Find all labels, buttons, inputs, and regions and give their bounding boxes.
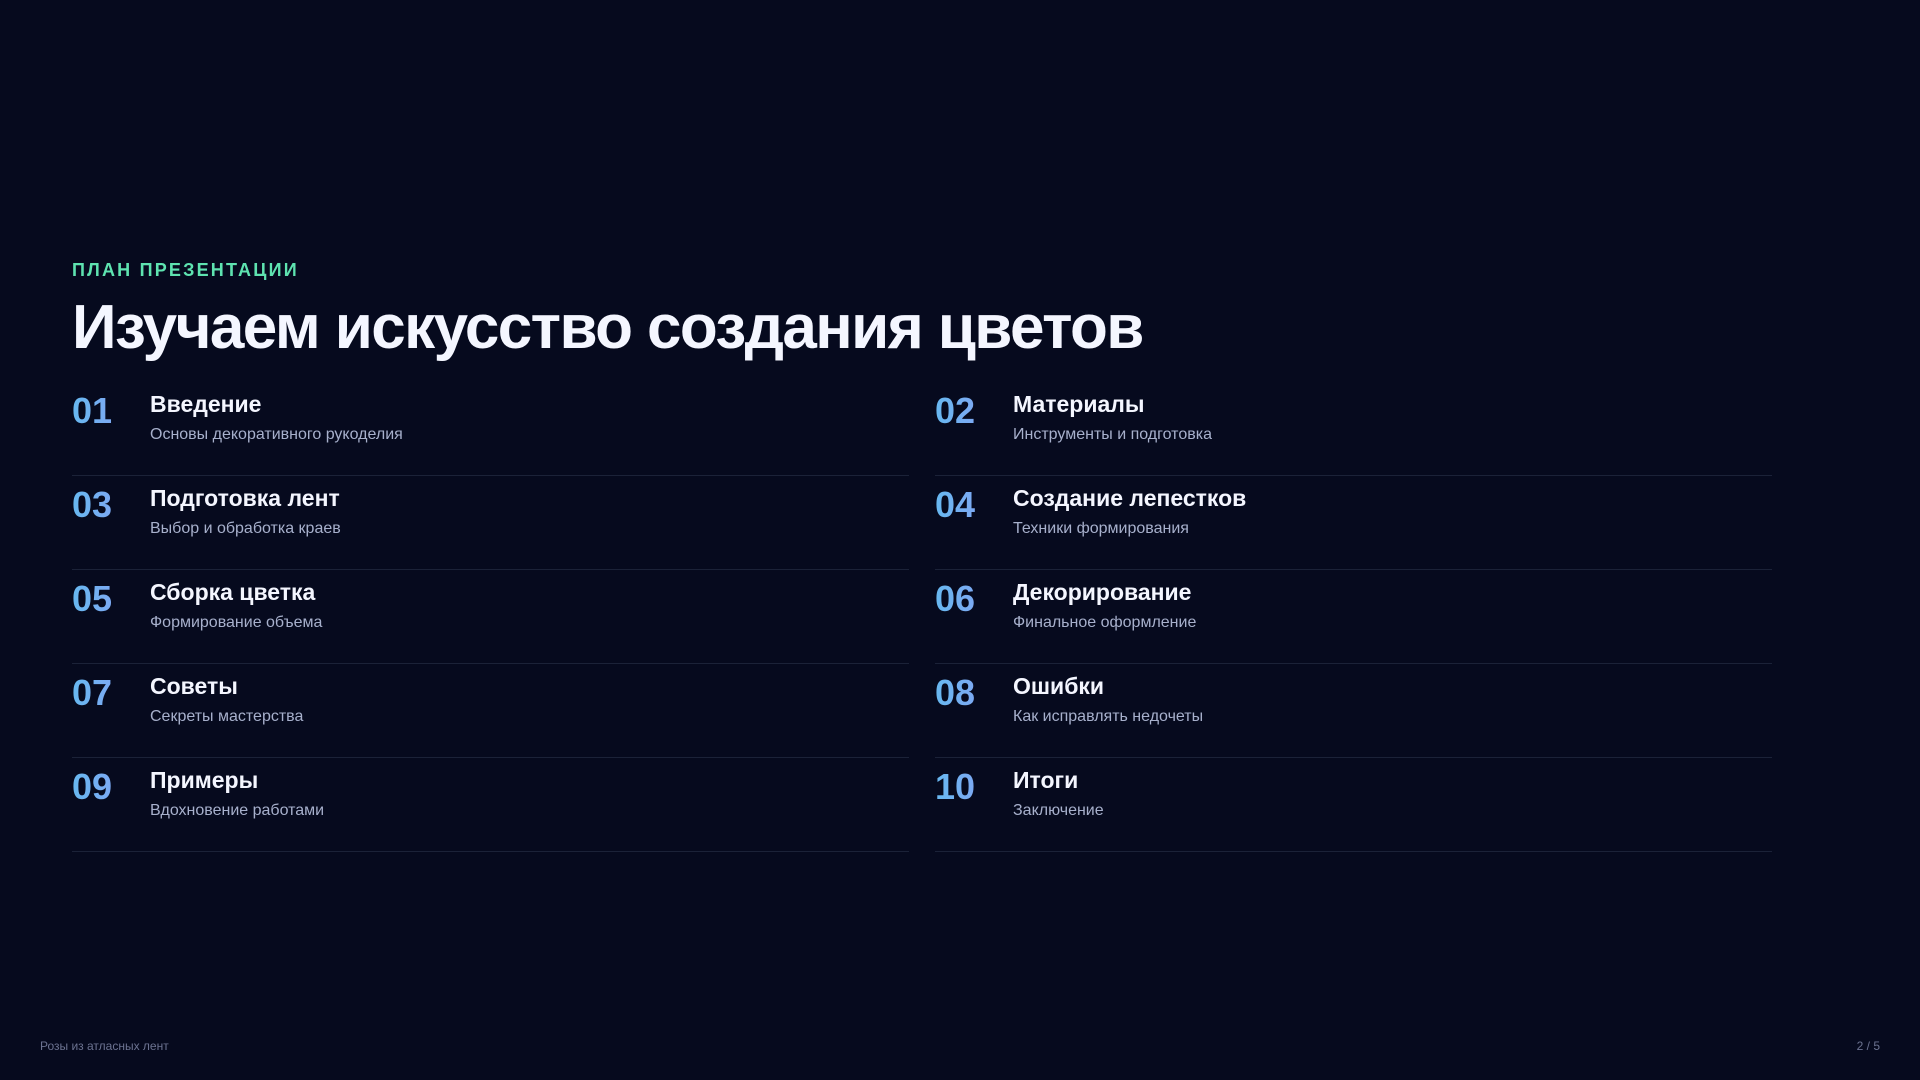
agenda-item-subtitle: Как исправлять недочеты: [1013, 708, 1204, 725]
agenda-item-number: 01: [72, 388, 150, 434]
agenda-item-title: Сборка цветка: [150, 579, 316, 605]
agenda-item-subtitle: Техники формирования: [1013, 520, 1189, 537]
agenda-item-title: Советы: [150, 673, 238, 699]
agenda-item-title: Итоги: [1013, 767, 1079, 793]
agenda-item-number: 02: [935, 388, 1013, 434]
agenda-item-subtitle: Заключение: [1013, 802, 1104, 819]
agenda-item-number: 06: [935, 576, 1013, 622]
agenda-item: 10 Итоги Заключение: [935, 758, 1772, 852]
agenda-item-number: 07: [72, 670, 150, 716]
agenda-item: 01 Введение Основы декоративного рукодел…: [72, 382, 909, 476]
agenda-item-title: Ошибки: [1013, 673, 1105, 699]
agenda-item-subtitle: Выбор и обработка краев: [150, 520, 341, 537]
agenda-item: 06 Декорирование Финальное оформление: [935, 570, 1772, 664]
agenda-item: 02 Материалы Инструменты и подготовка: [935, 382, 1772, 476]
agenda-item-subtitle: Финальное оформление: [1013, 614, 1197, 631]
footer-deck-title: Розы из атласных лент: [40, 1039, 169, 1053]
agenda-item: 05 Сборка цветка Формирование объема: [72, 570, 909, 664]
agenda-item: 09 Примеры Вдохновение работами: [72, 758, 909, 852]
slide-content: ПЛАН ПРЕЗЕНТАЦИИ Изучаем искусство созда…: [72, 258, 1772, 852]
agenda-item-subtitle: Основы декоративного рукоделия: [150, 426, 403, 443]
agenda-item-subtitle: Инструменты и подготовка: [1013, 426, 1212, 443]
agenda-item: 08 Ошибки Как исправлять недочеты: [935, 664, 1772, 758]
page-indicator: 2 / 5: [1856, 1039, 1880, 1053]
agenda-item-title: Материалы: [1013, 391, 1145, 417]
slide: ПЛАН ПРЕЗЕНТАЦИИ Изучаем искусство созда…: [0, 0, 1920, 1080]
agenda-item: 04 Создание лепестков Техники формирован…: [935, 476, 1772, 570]
agenda-item-number: 05: [72, 576, 150, 622]
agenda-item: 03 Подготовка лент Выбор и обработка кра…: [72, 476, 909, 570]
agenda-item-number: 09: [72, 764, 150, 810]
agenda-item-number: 04: [935, 482, 1013, 528]
agenda-item-number: 03: [72, 482, 150, 528]
agenda-item-number: 08: [935, 670, 1013, 716]
agenda-item-subtitle: Секреты мастерства: [150, 708, 304, 725]
slide-title: Изучаем искусство создания цветов: [72, 293, 1144, 362]
agenda-item-title: Введение: [150, 391, 262, 417]
agenda-item-subtitle: Вдохновение работами: [150, 802, 325, 819]
agenda-item-title: Подготовка лент: [150, 485, 340, 511]
section-eyebrow: ПЛАН ПРЕЗЕНТАЦИИ: [72, 260, 299, 280]
agenda-item-title: Примеры: [150, 767, 259, 793]
agenda-item-title: Создание лепестков: [1013, 485, 1247, 511]
agenda-item-subtitle: Формирование объема: [150, 614, 323, 631]
agenda-item-title: Декорирование: [1013, 579, 1192, 605]
agenda-grid: 01 Введение Основы декоративного рукодел…: [72, 382, 1772, 852]
agenda-item-number: 10: [935, 764, 1013, 810]
agenda-item: 07 Советы Секреты мастерства: [72, 664, 909, 758]
